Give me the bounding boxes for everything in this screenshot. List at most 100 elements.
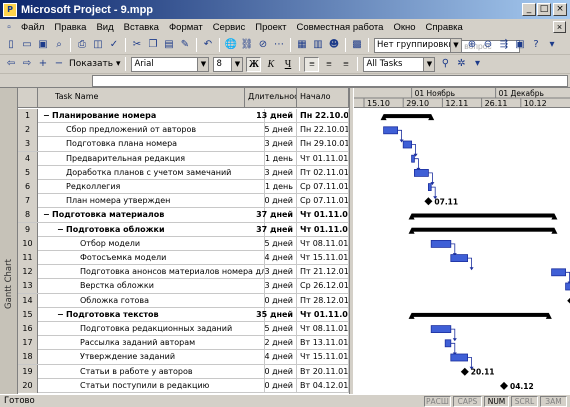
task-duration[interactable]: 3 дней [245,265,297,280]
task-name-cell[interactable]: Доработка планов с учетом замечаний [39,165,265,180]
spelling-icon[interactable]: ✓ [107,38,121,52]
task-start[interactable]: Вт 20.11.01 [297,364,349,379]
doc-close-button[interactable]: × [553,21,566,33]
task-duration[interactable]: 0 дней [245,378,297,393]
italic-button[interactable]: К [263,57,278,72]
open-icon[interactable]: ▭ [20,38,34,52]
collapse-icon[interactable]: − [43,208,52,222]
task-bar[interactable] [414,169,429,177]
task-name-cell[interactable]: Статьи в работе у авторов [39,364,265,379]
task-id[interactable]: 5 [18,165,38,180]
maximize-button[interactable]: □ [537,3,551,16]
milestone-marker[interactable] [460,367,469,376]
align-right-icon[interactable]: ≡ [338,57,353,72]
assign-resources-icon[interactable]: ☻ [327,38,341,52]
task-start[interactable]: Чт 01.11.01 [297,307,349,322]
undo-icon[interactable]: ↶ [201,38,215,52]
task-name-cell[interactable]: Отбор модели [39,236,265,251]
task-bar[interactable] [444,339,452,348]
task-id[interactable]: 14 [18,293,38,308]
task-id[interactable]: 8 [18,208,38,223]
task-row[interactable]: 17 Рассылка заданий авторам 2 дней Вт 13.11… [18,336,349,351]
task-duration[interactable]: 0 дней [245,364,297,379]
task-start[interactable]: Пн 22.10.01 [297,109,349,123]
arrow-left-icon[interactable]: ⇦ [4,57,18,71]
menu-window[interactable]: Окно [388,22,420,33]
task-id[interactable]: 11 [18,251,38,265]
task-duration[interactable]: 4 дней [245,350,297,365]
task-row[interactable]: 18 Утверждение заданий 4 дней Чт 15.11.01 [18,350,349,365]
task-name-cell[interactable]: Подготовка анонсов материалов номера для… [39,265,265,280]
task-name-cell[interactable]: Предварительная редакция [39,151,265,166]
toolbar-options-icon[interactable]: ▾ [470,57,484,71]
task-row[interactable]: 7 План номера утвержден 0 дней Ср 07.11.01 [18,194,349,209]
format-painter-icon[interactable]: ✎ [178,38,192,52]
task-duration[interactable]: 1 день [245,151,297,166]
task-bar[interactable] [450,353,469,362]
font-select[interactable]: Arial ▼ [131,56,210,72]
arrow-right-icon[interactable]: ⇨ [20,57,34,71]
task-duration[interactable]: 35 дней [245,307,297,322]
summary-bar[interactable] [411,227,555,232]
task-row[interactable]: 20 Статьи поступили в редакцию 0 дней Вт 04… [18,378,349,393]
task-duration[interactable]: 37 дней [245,208,297,223]
goto-task-icon[interactable]: ⇶ [497,38,511,52]
summary-bar[interactable] [411,213,555,218]
task-name-cell[interactable]: − Планирование номера [39,109,265,123]
task-row[interactable]: 16 Подготовка редакционных заданий 5 дней Ч… [18,322,349,337]
filter-select[interactable]: All Tasks ▼ [363,56,436,72]
publish-icon[interactable]: ▩ [350,38,364,52]
task-duration[interactable]: 13 дней [245,109,297,123]
chevron-down-icon[interactable]: ▼ [450,38,461,52]
task-duration[interactable]: 0 дней [245,293,297,308]
task-id[interactable]: 20 [18,378,38,393]
paste-icon[interactable]: ▤ [162,38,176,52]
bold-button[interactable]: Ж [246,56,262,72]
save-icon[interactable]: ▣ [36,38,50,52]
notes-icon[interactable]: ▥ [311,38,325,52]
task-duration[interactable]: 5 дней [245,123,297,138]
unlink-tasks-icon[interactable]: ⊘ [256,38,270,52]
task-name-cell[interactable]: Сбор предложений от авторов [39,123,265,138]
task-id[interactable]: 3 [18,137,38,152]
task-id[interactable]: 6 [18,180,38,194]
task-start[interactable]: Чт 01.11.01 [297,151,349,166]
minimize-button[interactable]: _ [522,3,536,16]
zoom-out-icon[interactable]: ⊖ [481,38,495,52]
show-menu-button[interactable]: Показать ▾ [69,59,120,69]
task-name-cell[interactable]: Фотосъемка модели [39,251,265,265]
help-icon[interactable]: ? [529,38,543,52]
task-name-cell[interactable]: Утверждение заданий [39,350,265,365]
split-task-icon[interactable]: ⋯ [272,38,286,52]
task-duration[interactable]: 5 дней [245,322,297,336]
task-id[interactable]: 4 [18,151,38,166]
task-row[interactable]: 15− Подготовка текстов 35 дней Чт 01.11.01 [18,307,349,322]
task-id[interactable]: 19 [18,364,38,379]
task-start[interactable]: Вт 13.11.01 [297,336,349,351]
collapse-icon[interactable]: − [43,109,52,123]
task-row[interactable]: 14 Обложка готова 0 дней Пт 28.12.01 [18,293,349,308]
task-row[interactable]: 2 Сбор предложений от авторов 5 дней Пн 22.… [18,123,349,138]
task-bar[interactable] [430,239,452,248]
task-id[interactable]: 16 [18,322,38,336]
menu-insert[interactable]: Вставка [119,22,164,33]
task-start[interactable]: Пт 28.12.01 [297,293,349,308]
task-name-cell[interactable]: − Подготовка текстов [39,307,265,322]
summary-bar[interactable] [411,312,549,317]
link-tasks-icon[interactable]: ⛓ [240,38,254,52]
task-name-cell[interactable]: Рассылка заданий авторам [39,336,265,351]
task-row[interactable]: 1−Планирование номера13 днейПн 22.10.01 [18,109,349,124]
task-row[interactable]: 19 Статьи в работе у авторов 0 дней Вт 20.1… [18,364,349,379]
task-row[interactable]: 4 Предварительная редакция 1 день Чт 01.11.… [18,151,349,166]
task-row[interactable]: 10 Отбор модели 5 дней Чт 08.11.01 [18,236,349,251]
task-name-cell[interactable]: Обложка готова [39,293,265,308]
name-column-header[interactable]: Task Name [38,88,245,108]
milestone-marker[interactable] [424,197,433,206]
task-id[interactable]: 1 [18,109,38,123]
task-id[interactable]: 2 [18,123,38,138]
milestone-marker[interactable] [500,381,508,390]
menu-project[interactable]: Проект [250,22,291,33]
document-icon[interactable]: ▫ [3,21,15,35]
task-start[interactable]: Чт 08.11.01 [297,322,349,336]
cut-icon[interactable]: ✂ [130,38,144,52]
